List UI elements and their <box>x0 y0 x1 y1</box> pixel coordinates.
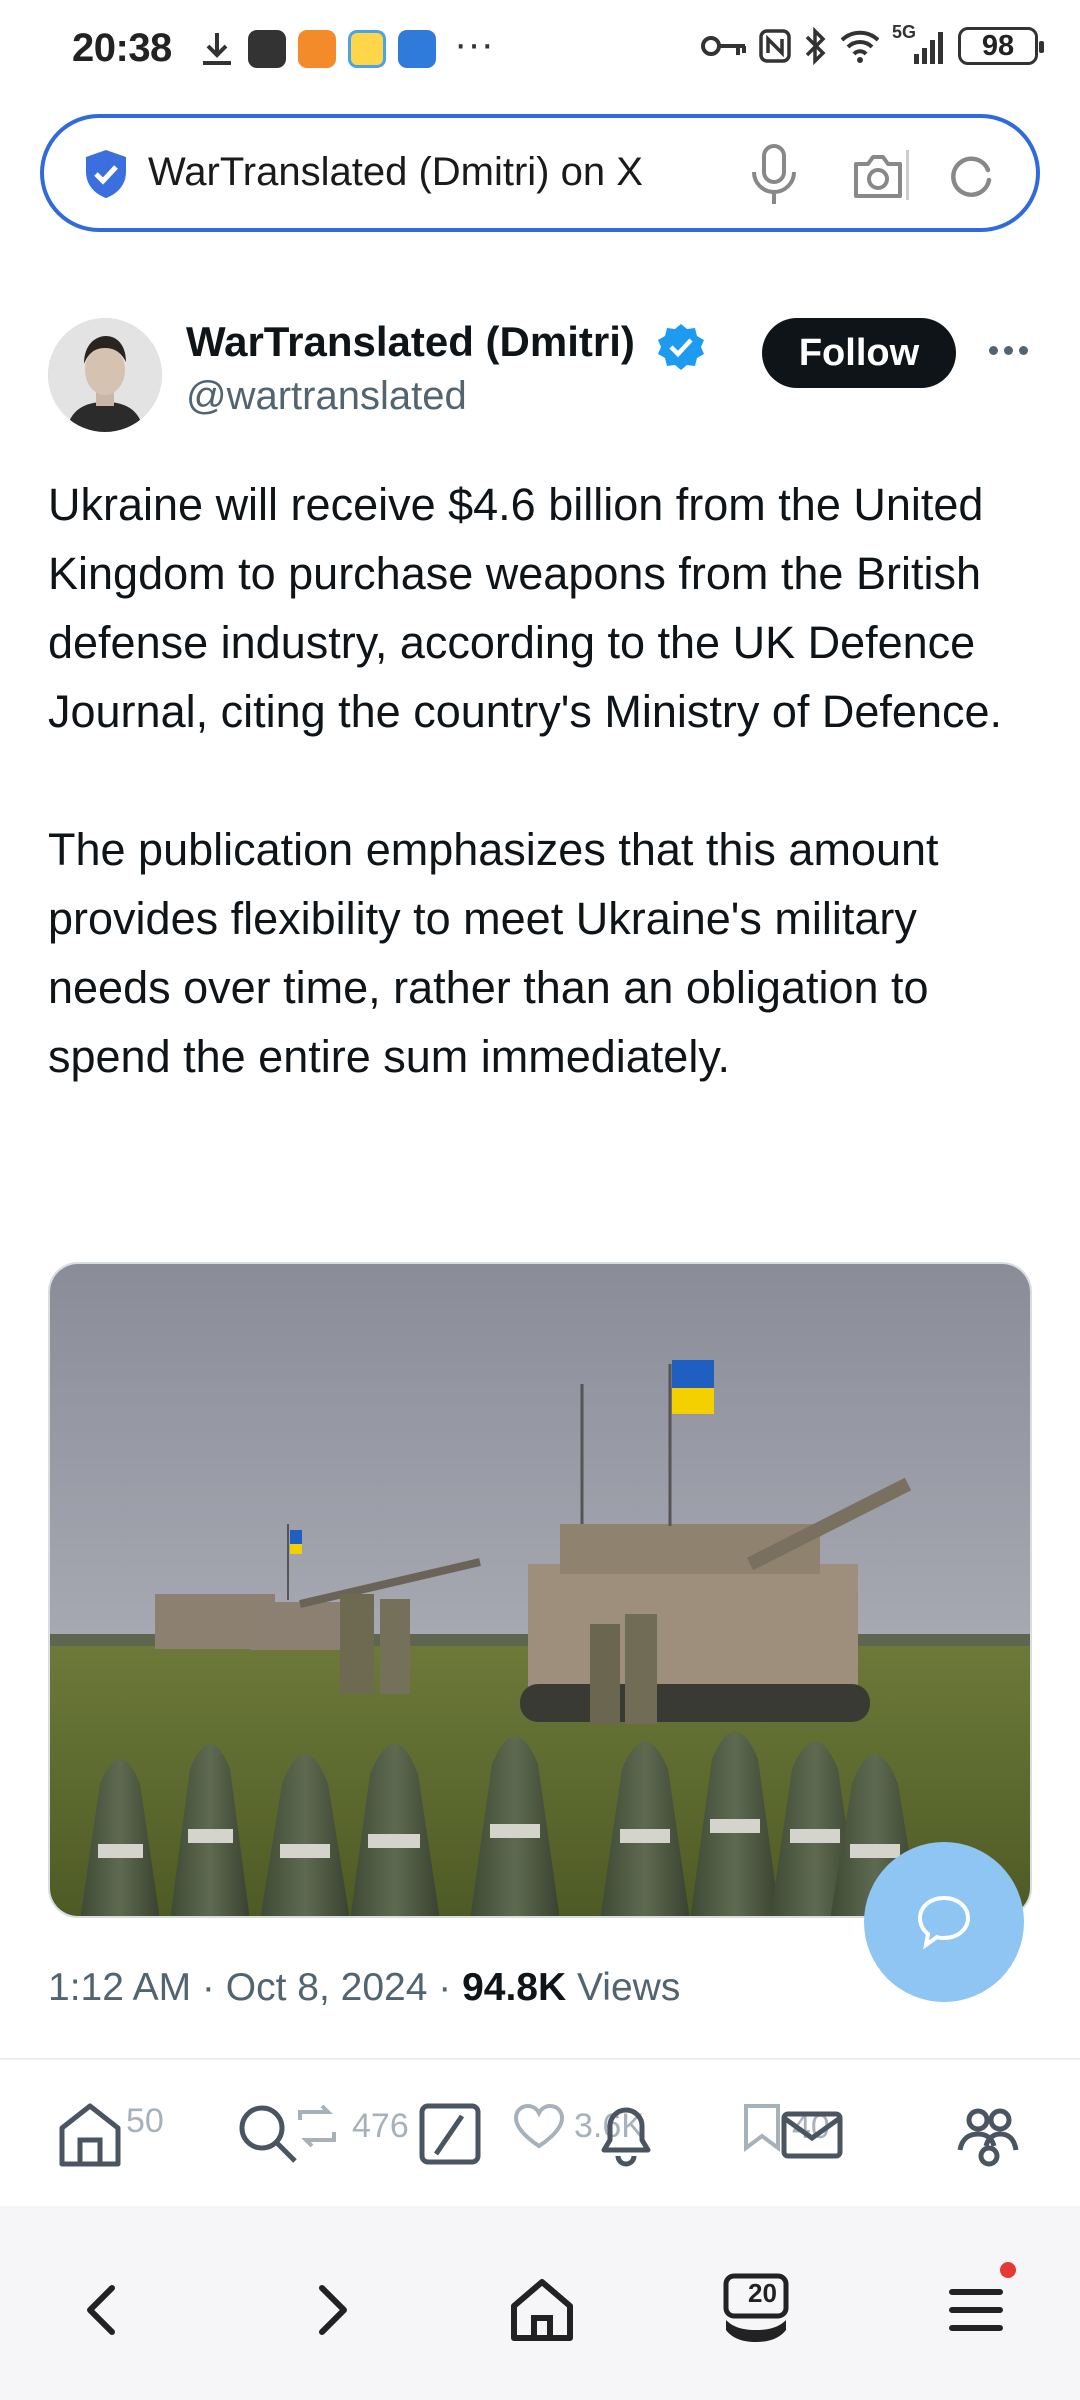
tweet-time: 1:12 AM <box>48 1966 192 2009</box>
grok-icon[interactable] <box>414 2098 486 2170</box>
heart-icon <box>513 2103 565 2149</box>
url-text[interactable]: WarTranslated (Dmitri) on X <box>148 150 708 195</box>
status-system-icons: 5G 98 <box>700 22 1044 66</box>
chat-bubble-icon <box>917 1895 971 1950</box>
battery-level: 98 <box>981 29 1015 62</box>
home-icon[interactable] <box>502 2270 582 2350</box>
wifi-icon <box>840 30 880 63</box>
views-label: Views <box>577 1966 681 2009</box>
author-avatar[interactable] <box>48 318 162 432</box>
key-icon <box>701 36 746 56</box>
download-icon <box>196 28 238 70</box>
verified-badge-icon <box>658 324 704 370</box>
app-icon-2 <box>296 28 338 70</box>
status-overflow: ··· <box>454 22 494 66</box>
browser-bottom-bar: 20 <box>0 2206 1080 2400</box>
tweet-paragraph: The publication emphasizes that this amo… <box>48 824 939 1082</box>
back-icon[interactable] <box>64 2270 144 2350</box>
tweet-paragraph: Ukraine will receive $4.6 billion from t… <box>48 479 1003 737</box>
reload-icon[interactable] <box>944 148 998 202</box>
home-icon[interactable] <box>54 2098 126 2170</box>
reply-count: 50 <box>126 2102 164 2140</box>
app-icon-4 <box>396 28 438 70</box>
repost-action[interactable]: 476 <box>290 2102 409 2150</box>
search-icon[interactable] <box>232 2098 304 2170</box>
follow-button[interactable]: Follow <box>762 318 956 388</box>
divider <box>0 2058 1080 2060</box>
forward-icon[interactable] <box>290 2270 370 2350</box>
tabs-icon[interactable]: 20 <box>716 2270 796 2350</box>
tweet-timestamp: 1:12 AM · Oct 8, 2024 · 94.8K Views <box>48 1966 681 2009</box>
nfc-icon <box>759 29 791 63</box>
repost-count: 476 <box>352 2106 409 2145</box>
author-name[interactable]: WarTranslated (Dmitri) <box>186 318 635 366</box>
communities-icon[interactable] <box>952 2098 1024 2170</box>
app-icon-1 <box>246 28 288 70</box>
x-bottom-nav: 50 476 3.6K 40 <box>0 2062 1080 2206</box>
compose-reply-fab[interactable] <box>864 1842 1024 2002</box>
tweet-text: Ukraine will receive $4.6 billion from t… <box>48 470 1038 1091</box>
status-bar: 20:38 ··· 5G 98 <box>0 0 1080 100</box>
tweet-date: Oct 8, 2024 <box>225 1966 428 2009</box>
menu-notification-dot <box>1000 2262 1016 2278</box>
tab-count: 20 <box>748 2278 777 2308</box>
views-count: 94.8K <box>462 1966 567 2009</box>
messages-icon[interactable] <box>776 2098 848 2170</box>
notifications-icon[interactable] <box>590 2098 662 2170</box>
app-icon-3 <box>346 28 388 70</box>
tweet-media-image[interactable] <box>48 1262 1032 1918</box>
author-handle[interactable]: @wartranslated <box>186 374 467 419</box>
address-bar[interactable]: WarTranslated (Dmitri) on X <box>40 114 1040 232</box>
bluetooth-icon <box>805 27 826 65</box>
shield-check-icon[interactable] <box>82 148 130 200</box>
camera-icon[interactable] <box>848 146 908 206</box>
battery-icon: 98 <box>958 27 1044 65</box>
menu-icon[interactable] <box>936 2270 1016 2350</box>
address-bar-divider <box>906 150 909 200</box>
signal-icon: 5G <box>892 22 948 66</box>
status-notification-icons <box>196 28 438 70</box>
microphone-icon[interactable] <box>744 142 804 208</box>
status-time: 20:38 <box>72 26 172 70</box>
more-options-icon[interactable] <box>984 326 1032 374</box>
